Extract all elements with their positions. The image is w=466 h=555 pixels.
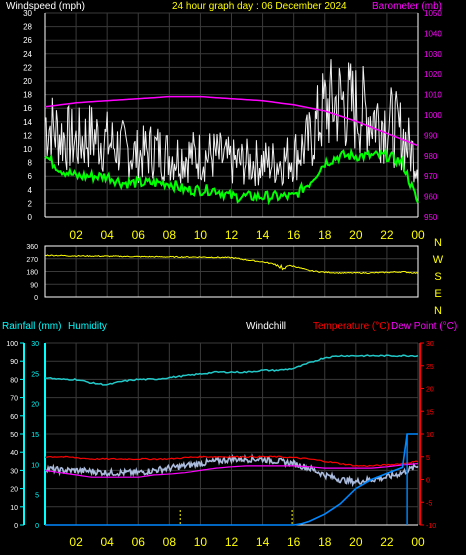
y2-tick-label: 1030	[424, 50, 442, 59]
temp-tick-label: -10	[426, 523, 436, 530]
y2-tick-label: 960	[424, 193, 438, 202]
temp-tick-label: 30	[426, 341, 434, 348]
x-tick-label: 22	[380, 228, 394, 242]
chart-title: 24 hour graph day : 06 December 2024	[172, 1, 347, 12]
weather-graph: 0 2 4 6 8 10 12 14 16 18 20 22 24 26 28 30 950 960 970 980 9…	[0, 0, 466, 555]
y-tick-label: 22	[23, 63, 32, 72]
rain-tick-label: 25	[31, 371, 39, 378]
y2-tick-label: 970	[424, 172, 438, 181]
windchill-title: Windchill	[246, 321, 286, 332]
y-tick-label: 360	[26, 244, 38, 251]
y-tick-label: 6	[28, 172, 33, 181]
temp-tick-label: 10	[426, 432, 434, 439]
temperature-panel: 0102030405060708090100051015202530-10-50…	[6, 341, 436, 549]
rainfall-title: Rainfall (mm)	[2, 321, 61, 332]
y-tick-label: 270	[26, 257, 38, 264]
x-tick-label: 12	[225, 535, 239, 549]
humidity-title: Humidity	[68, 321, 107, 332]
y2-tick-label: 990	[424, 131, 438, 140]
humidity-tick-label: 20	[10, 487, 18, 494]
y-tick-label: 10	[23, 145, 32, 154]
temp-tick-label: 15	[426, 409, 434, 416]
compass-label-w: W	[433, 254, 444, 266]
x-tick-label: 02	[69, 228, 83, 242]
y-tick-label: 18	[23, 91, 32, 100]
humidity-tick-label: 50	[10, 432, 18, 439]
x-tick-label: 20	[349, 228, 363, 242]
x-tick-label: 16	[287, 228, 301, 242]
y2-tick-label: 950	[424, 213, 438, 222]
x-tick-label: 20	[349, 535, 363, 549]
humidity-tick-label: 0	[14, 523, 18, 530]
x-tick-label: 18	[318, 228, 332, 242]
windspeed-title: Windspeed (mph)	[6, 1, 85, 12]
x-tick-label: 08	[163, 228, 177, 242]
y-tick-label: 12	[23, 131, 32, 140]
humidity-tick-label: 30	[10, 468, 18, 475]
y-tick-label: 26	[23, 36, 32, 45]
y-tick-label: 24	[23, 50, 32, 59]
rain-tick-label: 20	[31, 402, 39, 409]
y-tick-label: 28	[23, 23, 32, 32]
temp-tick-label: 25	[426, 364, 434, 371]
humidity-tick-label: 60	[10, 414, 18, 421]
x-tick-label: 04	[100, 228, 114, 242]
x-tick-label: 18	[318, 535, 332, 549]
humidity-tick-label: 100	[6, 341, 18, 348]
x-tick-label: 14	[256, 535, 270, 549]
wind-direction-panel: 090180270360 NWSEN	[26, 237, 443, 317]
y2-tick-label: 1040	[424, 29, 442, 38]
y-tick-label: 0	[34, 295, 38, 302]
x-tick-label: 06	[132, 535, 146, 549]
wind-barometer-panel: 0246810121416182022242628309509609709809…	[23, 9, 442, 242]
x-tick-label: 10	[194, 535, 208, 549]
compass-label-s: S	[434, 271, 441, 283]
y-tick-label: 20	[23, 77, 32, 86]
y2-tick-label: 1000	[424, 111, 442, 120]
x-tick-label: 22	[380, 535, 394, 549]
rain-tick-label: 10	[31, 462, 39, 469]
temp-tick-label: 20	[426, 387, 434, 394]
y-tick-label: 90	[30, 282, 38, 289]
rain-tick-label: 5	[35, 493, 39, 500]
y-tick-label: 16	[23, 104, 32, 113]
x-tick-label: 00	[411, 228, 425, 242]
x-tick-label: 04	[100, 535, 114, 549]
x-tick-label: 02	[69, 535, 83, 549]
humidity-tick-label: 90	[10, 359, 18, 366]
x-tick-label: 14	[256, 228, 270, 242]
y-tick-label: 4	[28, 186, 33, 195]
rain-tick-label: 30	[31, 341, 39, 348]
compass-label-e: E	[434, 288, 441, 300]
y2-tick-label: 1020	[424, 70, 442, 79]
y2-tick-label: 980	[424, 152, 438, 161]
weather-graph-svg: 0246810121416182022242628309509609709809…	[2, 1, 457, 549]
x-tick-label: 08	[163, 535, 177, 549]
humidity-tick-label: 10	[10, 505, 18, 512]
x-tick-label: 00	[411, 535, 425, 549]
barometer-title: Barometer (mb)	[372, 1, 442, 12]
x-tick-label: 12	[225, 228, 239, 242]
humidity-tick-label: 40	[10, 450, 18, 457]
temp-tick-label: 5	[426, 455, 430, 462]
y-tick-label: 8	[28, 159, 33, 168]
temp-tick-label: 0	[426, 478, 430, 485]
x-tick-label: 16	[287, 535, 301, 549]
humidity-tick-label: 80	[10, 377, 18, 384]
humidity-tick-label: 70	[10, 396, 18, 403]
y-tick-label: 180	[26, 270, 38, 277]
x-tick-label: 10	[194, 228, 208, 242]
y-tick-label: 2	[28, 199, 33, 208]
dewpoint-title: Dew Point (°C)	[391, 321, 457, 332]
temp-tick-label: -5	[426, 500, 432, 507]
y-tick-label: 0	[28, 213, 33, 222]
y2-tick-label: 1010	[424, 91, 442, 100]
compass-label-n: N	[434, 237, 442, 249]
rain-tick-label: 0	[35, 523, 39, 530]
y-tick-label: 14	[23, 118, 32, 127]
rain-tick-label: 15	[31, 432, 39, 439]
temperature-title: Temperature (°C)	[313, 321, 390, 332]
x-tick-label: 06	[132, 228, 146, 242]
compass-label-n: N	[434, 305, 442, 317]
